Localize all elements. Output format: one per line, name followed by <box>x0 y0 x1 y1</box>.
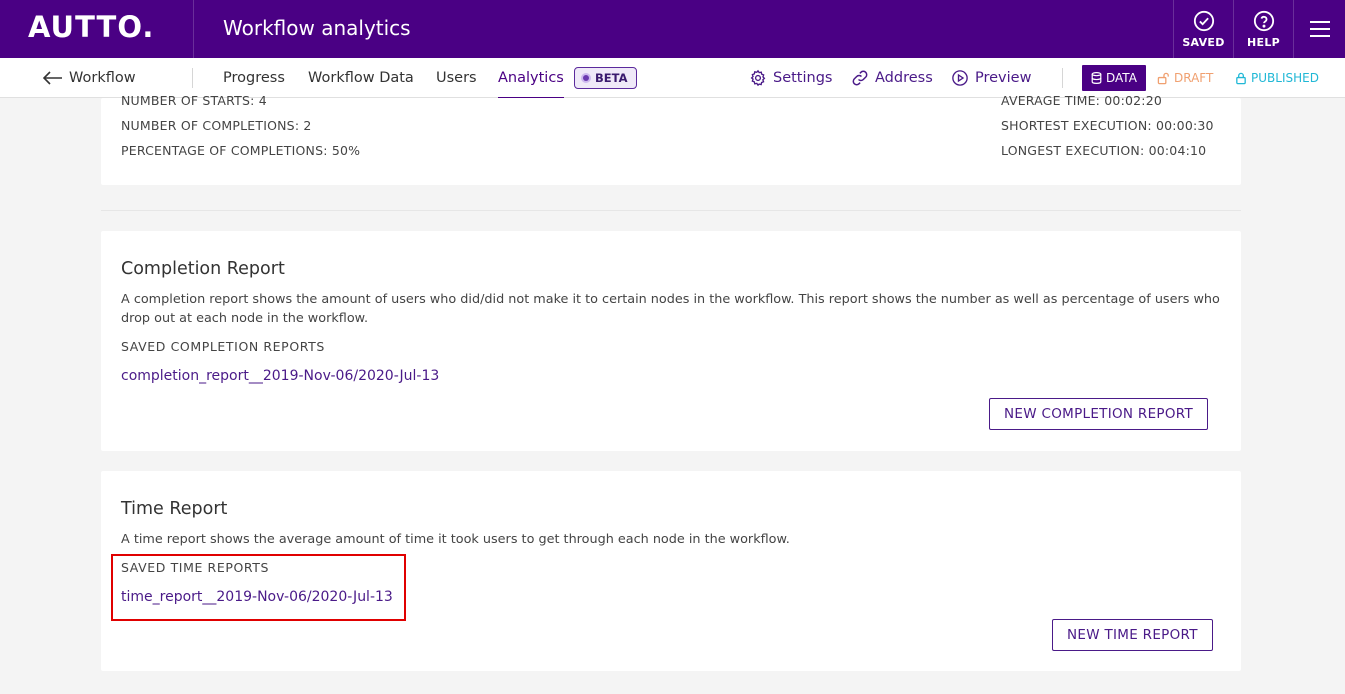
address-label: Address <box>875 70 933 86</box>
stat-average-time: AVERAGE TIME: 00:02:20 <box>1001 93 1162 108</box>
time-report-card: Time Report A time report shows the aver… <box>101 471 1241 671</box>
saved-label: SAVED <box>1182 35 1225 49</box>
tab-workflow-data[interactable]: Workflow Data <box>308 58 414 98</box>
back-label: Workflow <box>69 70 136 86</box>
page-title: Workflow analytics <box>223 16 411 40</box>
analytics-summary-card: NUMBER OF STARTS: 4 NUMBER OF COMPLETION… <box>101 93 1241 185</box>
time-report-title: Time Report <box>121 499 228 519</box>
play-circle-icon <box>952 70 968 86</box>
tab-users[interactable]: Users <box>436 58 477 98</box>
completion-report-card: Completion Report A completion report sh… <box>101 231 1241 451</box>
main-menu-button[interactable] <box>1293 0 1345 58</box>
saved-completion-reports-label: SAVED COMPLETION REPORTS <box>121 339 325 354</box>
settings-link[interactable]: Settings <box>749 58 832 98</box>
arrow-left-icon <box>43 71 62 85</box>
completion-report-description: A completion report shows the amount of … <box>121 292 1220 326</box>
saved-status-button[interactable]: SAVED <box>1173 0 1233 58</box>
back-to-workflow-link[interactable]: Workflow <box>43 58 136 98</box>
secondary-nav: Workflow Progress Workflow Data Users An… <box>0 58 1345 99</box>
stat-number-of-starts: NUMBER OF STARTS: 4 <box>121 93 267 108</box>
top-bar: AUTTO. Workflow analytics SAVED HELP <box>0 0 1345 58</box>
link-icon <box>852 70 868 86</box>
section-divider <box>101 210 1241 211</box>
settings-label: Settings <box>773 70 833 86</box>
help-circle-icon <box>1253 10 1274 31</box>
preview-link[interactable]: Preview <box>951 58 1031 98</box>
published-mode-label: PUBLISHED <box>1251 71 1319 85</box>
time-report-description: A time report shows the average amount o… <box>121 532 790 547</box>
stat-percentage-of-completions: PERCENTAGE OF COMPLETIONS: 50% <box>121 143 361 158</box>
tab-analytics[interactable]: Analytics <box>498 58 564 99</box>
help-label: HELP <box>1247 35 1280 49</box>
saved-time-reports-label: SAVED TIME REPORTS <box>121 560 270 575</box>
help-button[interactable]: HELP <box>1233 0 1293 58</box>
address-link[interactable]: Address <box>851 58 933 98</box>
lock-icon <box>1236 72 1246 84</box>
beta-badge: BETA <box>574 67 638 89</box>
preview-label: Preview <box>975 70 1032 86</box>
gear-icon <box>750 69 766 87</box>
draft-mode-label: DRAFT <box>1174 71 1214 85</box>
database-icon <box>1091 72 1102 84</box>
time-report-link[interactable]: time_report__2019-Nov-06/2020-Jul-13 <box>121 589 393 605</box>
nav-divider <box>1062 68 1063 88</box>
stat-shortest-execution: SHORTEST EXECUTION: 00:00:30 <box>1001 118 1214 133</box>
unlock-icon <box>1157 72 1169 84</box>
draft-mode-button[interactable]: DRAFT <box>1157 65 1213 91</box>
app-logo[interactable]: AUTTO. <box>28 10 154 44</box>
hamburger-menu-icon <box>1309 21 1330 37</box>
nav-divider <box>192 68 193 88</box>
completion-report-title: Completion Report <box>121 259 285 279</box>
check-circle-icon <box>1193 10 1214 31</box>
stat-number-of-completions: NUMBER OF COMPLETIONS: 2 <box>121 118 312 133</box>
beta-label: BETA <box>595 71 628 85</box>
topbar-divider <box>193 0 194 58</box>
stat-longest-execution: LONGEST EXECUTION: 00:04:10 <box>1001 143 1207 158</box>
published-mode-button[interactable]: PUBLISHED <box>1235 65 1319 91</box>
new-time-report-button[interactable]: NEW TIME REPORT <box>1052 619 1213 651</box>
data-mode-button[interactable]: DATA <box>1082 65 1146 91</box>
tab-progress[interactable]: Progress <box>223 58 285 98</box>
data-mode-label: DATA <box>1106 71 1137 85</box>
new-completion-report-button[interactable]: NEW COMPLETION REPORT <box>989 398 1209 430</box>
beta-dot-icon <box>583 75 589 81</box>
completion-report-link[interactable]: completion_report__2019-Nov-06/2020-Jul-… <box>121 368 439 384</box>
